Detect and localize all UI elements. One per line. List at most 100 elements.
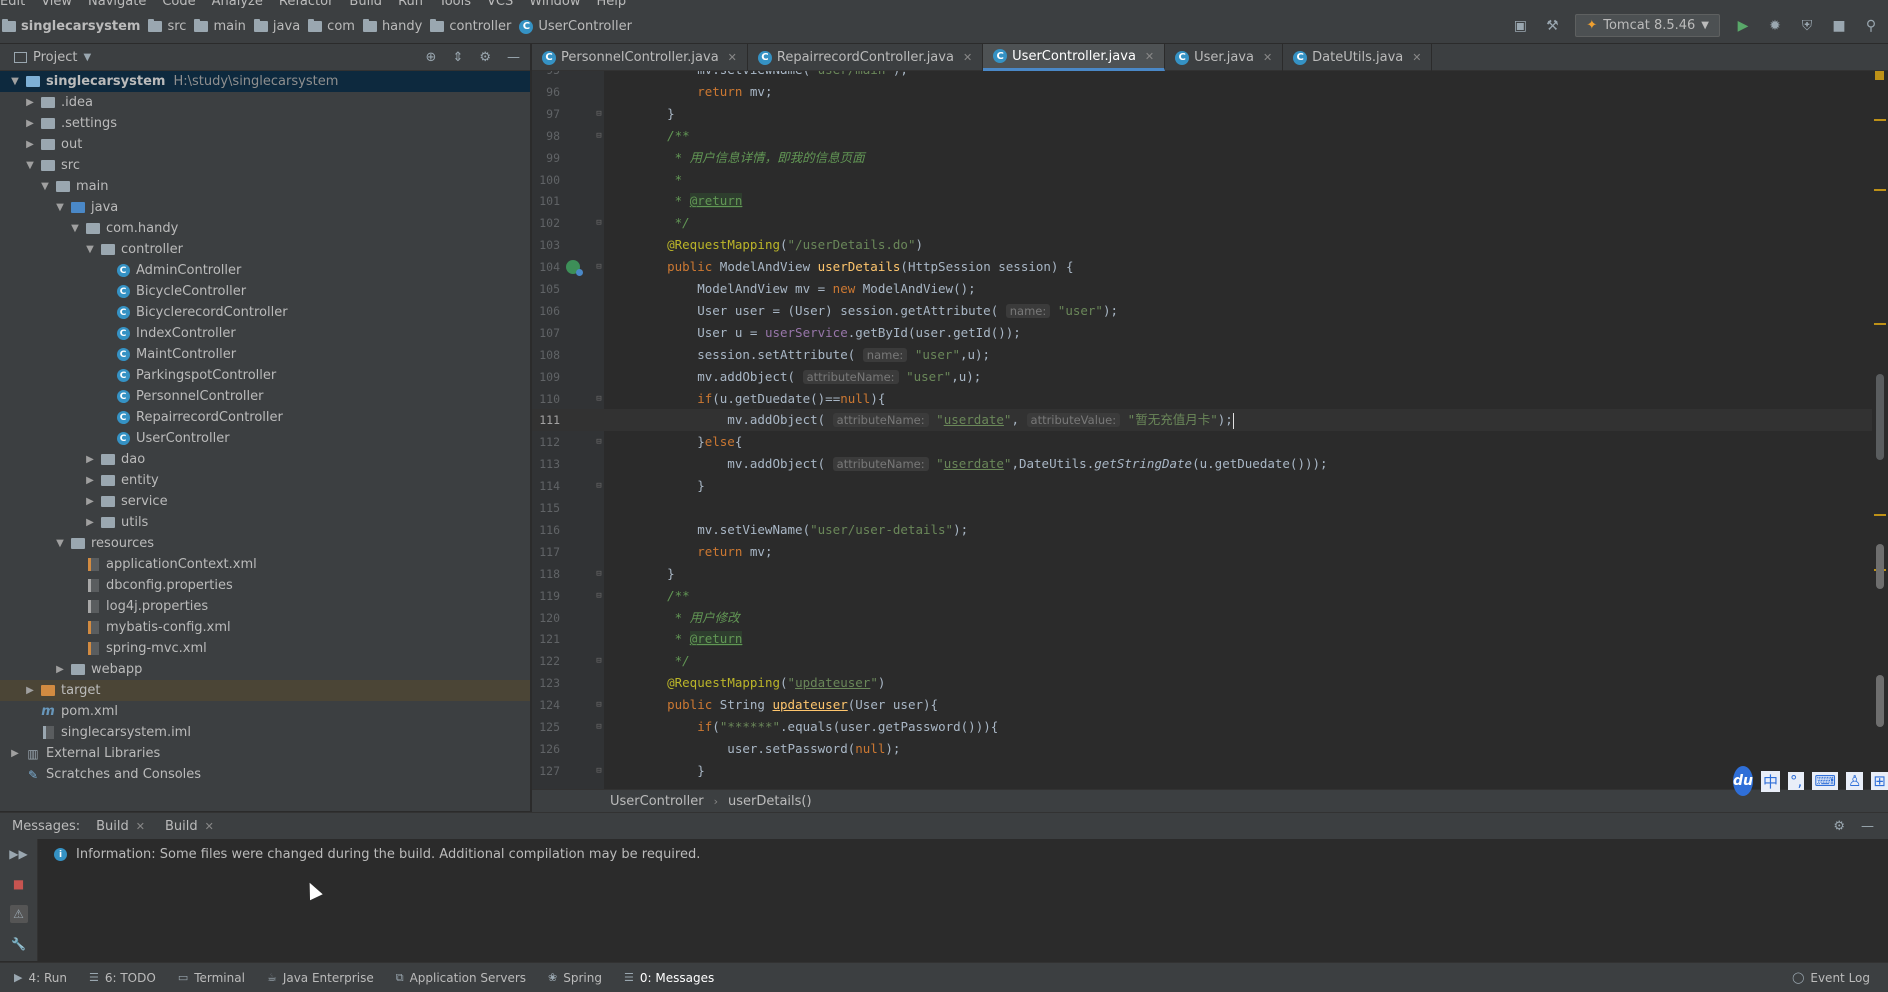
tree-item--settings[interactable]: ▶ .settings xyxy=(0,113,530,134)
fold-icon[interactable]: ⊟ xyxy=(594,585,604,607)
fold-icon[interactable]: ⊟ xyxy=(594,475,604,497)
locate-icon[interactable]: ⊕ xyxy=(426,50,437,65)
fold-icon[interactable]: ⊟ xyxy=(594,760,604,782)
code-line[interactable]: 103 @RequestMapping("/userDetails.do") xyxy=(532,234,1872,256)
code-line[interactable]: 120 * 用户修改 xyxy=(532,607,1872,629)
tool-window-6-todo[interactable]: ☰ 6: TODO xyxy=(89,971,156,985)
chevron-down-icon[interactable]: ▼ xyxy=(83,52,91,63)
editor-scrollbar[interactable] xyxy=(1872,71,1888,789)
fold-icon[interactable]: ⊟ xyxy=(594,256,604,278)
warning-filter-icon[interactable]: ⚠ xyxy=(9,905,28,923)
editor-breadcrumb-method[interactable]: userDetails() xyxy=(728,794,812,809)
tree-item-webapp[interactable]: ▶ webapp xyxy=(0,659,530,680)
code-line[interactable]: 119 ⊟ /** xyxy=(532,585,1872,607)
code-line[interactable]: 101 * @return xyxy=(532,190,1872,212)
project-structure-icon[interactable]: ▣ xyxy=(1511,17,1529,35)
menu-item-vcs[interactable]: VCS xyxy=(487,0,513,9)
ime-menu-icon[interactable]: ⊞ xyxy=(1871,772,1888,790)
code-line[interactable]: 115 xyxy=(532,497,1872,519)
code-line[interactable]: 125 ⊟ if("******".equals(user.getPassword… xyxy=(532,716,1872,738)
code-line[interactable]: 126 user.setPassword(null); xyxy=(532,738,1872,760)
tree-item-bicyclerecordcontroller[interactable]: C BicyclerecordController xyxy=(0,302,530,323)
tree-item-applicationcontext-xml[interactable]: applicationContext.xml xyxy=(0,554,530,575)
collapse-arrow-icon[interactable]: ▶ xyxy=(83,475,97,486)
fold-icon[interactable]: ⊟ xyxy=(594,212,604,234)
code-line[interactable]: 114 ⊟ } xyxy=(532,475,1872,497)
code-line[interactable]: 98 ⊟ /** xyxy=(532,125,1872,147)
scroll-marker[interactable] xyxy=(1874,189,1886,191)
code-line[interactable]: 108 session.setAttribute( name: "user",u… xyxy=(532,344,1872,366)
expand-arrow-icon[interactable]: ▼ xyxy=(53,202,67,213)
collapse-arrow-icon[interactable]: ▶ xyxy=(83,517,97,528)
collapse-arrow-icon[interactable]: ▶ xyxy=(23,97,37,108)
editor-breadcrumb-class[interactable]: UserController xyxy=(610,794,704,809)
build-hammer-icon[interactable]: ⚒ xyxy=(1543,17,1561,35)
breadcrumb-item[interactable]: controller xyxy=(430,19,511,34)
tool-window-0-messages[interactable]: ☰ 0: Messages xyxy=(624,971,714,985)
tree-item-pom-xml[interactable]: m pom.xml xyxy=(0,701,530,722)
info-message[interactable]: i Information: Some files were changed d… xyxy=(54,847,700,862)
ime-chinese-mode[interactable]: 中 xyxy=(1761,770,1781,792)
scroll-marker[interactable] xyxy=(1874,323,1886,325)
tree-item-log4j-properties[interactable]: log4j.properties xyxy=(0,596,530,617)
fold-icon[interactable]: ⊟ xyxy=(594,716,604,738)
tool-window-application-servers[interactable]: ⧉ Application Servers xyxy=(396,971,526,985)
tab-dateutils-java[interactable]: C DateUtils.java ✕ xyxy=(1283,44,1433,71)
debug-icon[interactable]: ✹ xyxy=(1766,17,1784,35)
expand-arrow-icon[interactable]: ▼ xyxy=(83,244,97,255)
code-line[interactable]: 116 mv.setViewName("user/user-details"); xyxy=(532,519,1872,541)
code-line[interactable]: 96 return mv; xyxy=(532,81,1872,103)
close-icon[interactable]: ✕ xyxy=(205,820,214,833)
code-line[interactable]: 117 return mv; xyxy=(532,541,1872,563)
tool-window-spring[interactable]: ❀ Spring xyxy=(548,971,602,985)
stop-icon[interactable]: ■ xyxy=(1830,17,1848,35)
collapse-arrow-icon[interactable]: ▶ xyxy=(8,748,22,759)
scrollbar-thumb[interactable] xyxy=(1876,374,1884,460)
breadcrumb-item[interactable]: main xyxy=(194,19,246,34)
fold-icon[interactable]: ⊟ xyxy=(594,388,604,410)
tree-item-dao[interactable]: ▶ dao xyxy=(0,449,530,470)
tree-item-controller[interactable]: ▼ controller xyxy=(0,239,530,260)
tree-item-indexcontroller[interactable]: C IndexController xyxy=(0,323,530,344)
fold-icon[interactable]: ⊟ xyxy=(594,694,604,716)
tree-item-service[interactable]: ▶ service xyxy=(0,491,530,512)
expand-arrow-icon[interactable]: ▼ xyxy=(38,181,52,192)
code-line[interactable]: 113 mv.addObject( attributeName: "userda… xyxy=(532,453,1872,475)
close-icon[interactable]: ✕ xyxy=(1263,51,1272,64)
tab-repairrecordcontroller-java[interactable]: C RepairrecordController.java ✕ xyxy=(748,44,984,71)
collapse-arrow-icon[interactable]: ▶ xyxy=(23,139,37,150)
code-line[interactable]: 123 @RequestMapping("updateuser") xyxy=(532,672,1872,694)
tree-item-java[interactable]: ▼ java xyxy=(0,197,530,218)
close-icon[interactable]: ✕ xyxy=(728,51,737,64)
tree-item-singlecarsystem[interactable]: ▼ singlecarsystem H:\study\singlecarsystem xyxy=(0,71,530,92)
tool-window-terminal[interactable]: ▭ Terminal xyxy=(178,971,245,985)
search-icon[interactable]: ⚲ xyxy=(1862,17,1880,35)
code-line[interactable]: 99 * 用户信息详情，即我的信息页面 xyxy=(532,147,1872,169)
run-icon[interactable]: ▶ xyxy=(1734,17,1752,35)
tree-item-com-handy[interactable]: ▼ com.handy xyxy=(0,218,530,239)
code-line[interactable]: 95 mv.setViewName("user/main"); xyxy=(532,71,1872,81)
fold-icon[interactable]: ⊟ xyxy=(594,431,604,453)
tool-window-4-run[interactable]: ▶ 4: Run xyxy=(14,971,67,985)
menu-item-run[interactable]: Run xyxy=(398,0,423,9)
breadcrumb-item[interactable]: com xyxy=(308,19,355,34)
collapse-arrow-icon[interactable]: ▶ xyxy=(53,664,67,675)
collapse-arrow-icon[interactable]: ▶ xyxy=(83,454,97,465)
code-line[interactable]: 100 * xyxy=(532,169,1872,191)
tree-item-usercontroller[interactable]: C UserController xyxy=(0,428,530,449)
expand-arrow-icon[interactable]: ▼ xyxy=(53,538,67,549)
tree-item-singlecarsystem-iml[interactable]: singlecarsystem.iml xyxy=(0,722,530,743)
tree-item-admincontroller[interactable]: C AdminController xyxy=(0,260,530,281)
breadcrumb-item[interactable]: C UserController xyxy=(519,19,632,34)
collapse-all-icon[interactable]: ⇕ xyxy=(452,50,463,65)
code-line[interactable]: 107 User u = userService.getById(user.ge… xyxy=(532,322,1872,344)
code-line[interactable]: 111 mv.addObject( attributeName: "userda… xyxy=(532,409,1872,432)
coverage-icon[interactable]: ⛨ xyxy=(1798,17,1816,35)
menu-item-help[interactable]: Help xyxy=(597,0,627,9)
warning-indicator-icon[interactable] xyxy=(1875,71,1884,80)
code-line[interactable]: 97 ⊟ } xyxy=(532,103,1872,125)
code-line[interactable]: 102 ⊟ */ xyxy=(532,212,1872,234)
collapse-arrow-icon[interactable]: ▶ xyxy=(23,685,37,696)
minimize-icon[interactable]: — xyxy=(1861,819,1874,834)
scroll-marker[interactable] xyxy=(1874,514,1886,516)
